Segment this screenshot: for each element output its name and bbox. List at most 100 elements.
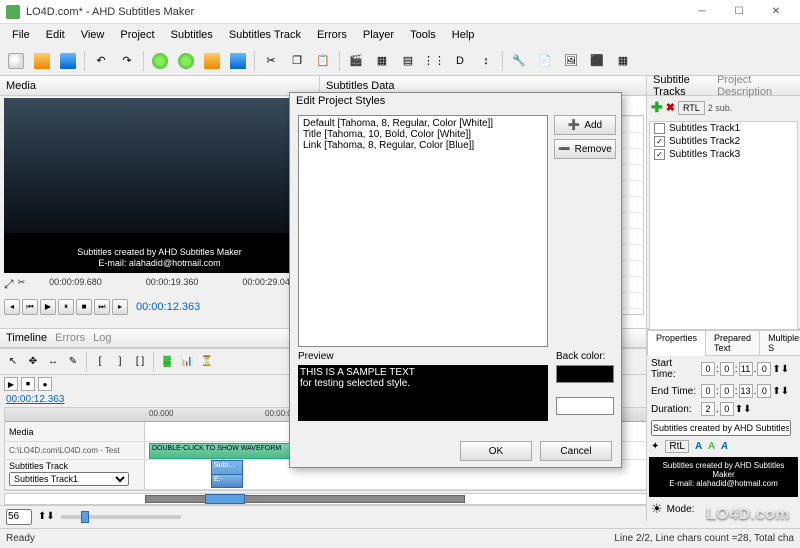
- end-time-input[interactable]: ::.⬆⬇: [701, 384, 789, 398]
- tab-prepared-text[interactable]: Prepared Text: [705, 330, 760, 356]
- tab-multiple[interactable]: Multiple S: [759, 330, 800, 356]
- menu-subtitles-track[interactable]: Subtitles Track: [221, 26, 309, 44]
- tl-stop-icon[interactable]: ⏹: [21, 377, 35, 391]
- tool3-button[interactable]: ⋮⋮: [422, 49, 446, 73]
- list-item[interactable]: Link [Tahoma, 8, Regular, Color [Blue]]: [301, 140, 545, 151]
- tl-bracket2-icon[interactable]: [ ]: [131, 353, 149, 371]
- menu-project[interactable]: Project: [112, 26, 162, 44]
- video-preview[interactable]: Subtitles created by AHD Subtitles Maker…: [4, 98, 316, 273]
- tl-record-icon[interactable]: ●: [38, 377, 52, 391]
- cancel-button[interactable]: Cancel: [540, 441, 612, 461]
- tl-bracket-l-icon[interactable]: [: [91, 353, 109, 371]
- copy-button[interactable]: ❐: [285, 49, 309, 73]
- tl-wave-icon[interactable]: ▓: [158, 353, 176, 371]
- tl-timer-icon[interactable]: ⏳: [198, 353, 216, 371]
- subtrack-select[interactable]: Subtitles Track1: [9, 472, 129, 486]
- tab-timeline-panel[interactable]: Timeline: [6, 332, 47, 344]
- slider-thumb[interactable]: [81, 511, 89, 523]
- menu-help[interactable]: Help: [444, 26, 483, 44]
- checkbox-icon[interactable]: ✓: [654, 149, 665, 160]
- forward-button[interactable]: ⏭: [94, 299, 110, 315]
- paste-button[interactable]: 📋: [311, 49, 335, 73]
- rtl-button[interactable]: RtL: [665, 440, 689, 453]
- ok-button[interactable]: OK: [460, 441, 532, 461]
- tl-pencil-icon[interactable]: ✎: [64, 353, 82, 371]
- menu-view[interactable]: View: [73, 26, 113, 44]
- list-item[interactable]: ✓Subtitles Track2: [650, 135, 797, 148]
- backcolor-swatch-white[interactable]: [556, 397, 614, 415]
- menu-tools[interactable]: Tools: [402, 26, 444, 44]
- tl-select-icon[interactable]: ↖: [4, 353, 22, 371]
- font-italic-icon[interactable]: A: [721, 441, 728, 452]
- rewind-button[interactable]: ⏮: [22, 299, 38, 315]
- new-button[interactable]: [4, 49, 28, 73]
- track-list[interactable]: Subtitles Track1 ✓Subtitles Track2 ✓Subt…: [649, 121, 798, 341]
- tool8-button[interactable]: 🖼: [559, 49, 583, 73]
- list-item[interactable]: Subtitles Track1: [650, 122, 797, 135]
- tab-project-description[interactable]: Project Description: [717, 74, 794, 98]
- rtl-toggle[interactable]: RTL: [678, 101, 705, 115]
- list-item[interactable]: ✓Subtitles Track3: [650, 148, 797, 161]
- tool5-button[interactable]: ↕: [474, 49, 498, 73]
- stop-button[interactable]: ■: [76, 299, 92, 315]
- tab-errors-panel[interactable]: Errors: [55, 332, 85, 344]
- folder-button[interactable]: [200, 49, 224, 73]
- tool2-button[interactable]: ▤: [396, 49, 420, 73]
- add-track-icon[interactable]: ✚: [651, 99, 663, 116]
- add-button[interactable]: ➕Add: [554, 115, 616, 135]
- open-button[interactable]: [30, 49, 54, 73]
- maximize-button[interactable]: ☐: [721, 2, 757, 22]
- checkbox-icon[interactable]: ✓: [654, 136, 665, 147]
- tl-bracket-r-icon[interactable]: ]: [111, 353, 129, 371]
- subtitle-clip2[interactable]: E:-: [211, 474, 243, 488]
- props-tool-icon[interactable]: ✦: [651, 441, 659, 452]
- undo-button[interactable]: ↶: [89, 49, 113, 73]
- tool1-button[interactable]: ▦: [370, 49, 394, 73]
- redo-button[interactable]: ↷: [115, 49, 139, 73]
- save-button[interactable]: [56, 49, 80, 73]
- tab-properties[interactable]: Properties: [647, 330, 706, 356]
- font-a-icon[interactable]: A: [695, 441, 702, 452]
- subtitle-text-input[interactable]: [651, 420, 791, 436]
- close-button[interactable]: ✕: [758, 2, 794, 22]
- tl-cursor-icon[interactable]: ✥: [24, 353, 42, 371]
- tl-move-icon[interactable]: ↔: [44, 353, 62, 371]
- minimize-button[interactable]: ─: [684, 2, 720, 22]
- add-green-button[interactable]: [148, 49, 172, 73]
- save2-button[interactable]: [226, 49, 250, 73]
- tl-chart-icon[interactable]: 📊: [178, 353, 196, 371]
- next-button[interactable]: ▸: [112, 299, 128, 315]
- prev-button[interactable]: ◂: [4, 299, 20, 315]
- tool7-button[interactable]: 📄: [533, 49, 557, 73]
- media-button[interactable]: 🎬: [344, 49, 368, 73]
- overview-range[interactable]: [145, 495, 465, 503]
- remove-button[interactable]: ➖Remove: [554, 139, 616, 159]
- play-button[interactable]: ▶: [40, 299, 56, 315]
- tool10-button[interactable]: ▦: [611, 49, 635, 73]
- tool4-button[interactable]: D: [448, 49, 472, 73]
- delete-track-icon[interactable]: ✖: [666, 101, 675, 114]
- zoom-slider[interactable]: [61, 515, 181, 519]
- menu-errors[interactable]: Errors: [309, 26, 355, 44]
- duration-input[interactable]: .⬆⬇: [701, 402, 752, 416]
- tl-play-icon[interactable]: ▶: [4, 377, 18, 391]
- tab-log-panel[interactable]: Log: [93, 332, 111, 344]
- font-a2-icon[interactable]: A: [708, 441, 715, 452]
- checkbox-icon[interactable]: [654, 123, 665, 134]
- list-item[interactable]: Default [Tahoma, 8, Regular, Color [Whit…: [301, 118, 545, 129]
- tab-subtitle-tracks[interactable]: Subtitle Tracks: [653, 74, 713, 98]
- tool6-button[interactable]: 🔧: [507, 49, 531, 73]
- start-time-input[interactable]: ::.⬆⬇: [701, 362, 789, 376]
- overview-marker[interactable]: [205, 494, 245, 504]
- menu-player[interactable]: Player: [355, 26, 402, 44]
- pause-button[interactable]: ⏸: [58, 299, 74, 315]
- backcolor-swatch-black[interactable]: [556, 365, 614, 383]
- zoom-input[interactable]: [6, 509, 32, 525]
- menu-file[interactable]: File: [4, 26, 38, 44]
- tool9-button[interactable]: ⬛: [585, 49, 609, 73]
- cut-button[interactable]: ✂: [259, 49, 283, 73]
- styles-listbox[interactable]: Default [Tahoma, 8, Regular, Color [Whit…: [298, 115, 548, 347]
- menu-edit[interactable]: Edit: [38, 26, 73, 44]
- add-green2-button[interactable]: [174, 49, 198, 73]
- timeline-position-link[interactable]: 00:00:12.363: [6, 394, 64, 405]
